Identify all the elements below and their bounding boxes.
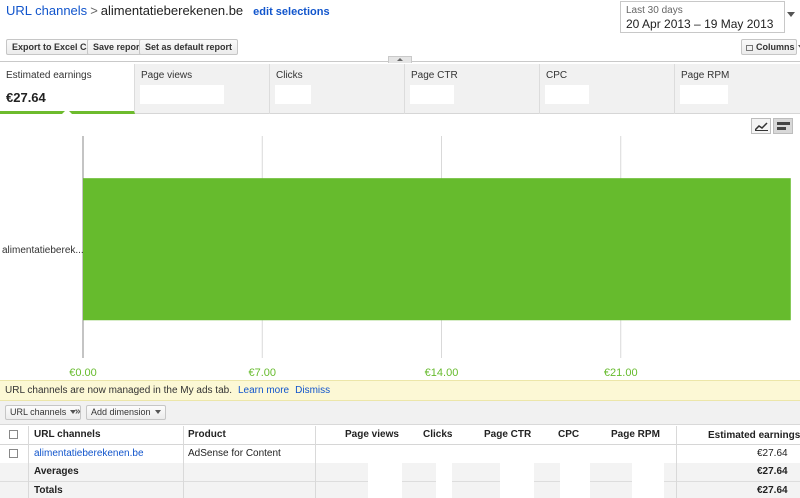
x-tick-label: €7.00 — [248, 367, 276, 379]
bar — [83, 178, 791, 321]
metric-name: Page RPM — [681, 70, 730, 81]
date-range-picker[interactable]: Last 30 days 20 Apr 2013 – 19 May 2013 — [620, 1, 785, 33]
x-tick-label: €14.00 — [425, 367, 459, 379]
redacted-value — [545, 85, 589, 104]
metric-tab-cpc[interactable]: CPC — [540, 64, 675, 114]
redacted-cell — [500, 454, 534, 498]
redacted-cell — [368, 454, 402, 498]
learn-more-link[interactable]: Learn more — [238, 385, 289, 396]
column-divider — [183, 426, 184, 498]
redacted-value — [680, 85, 728, 104]
metric-name: Clicks — [276, 70, 303, 81]
breadcrumb-url-channels-link[interactable]: URL channels — [6, 3, 87, 18]
totals-label: Totals — [34, 485, 63, 496]
date-range-value: 20 Apr 2013 – 19 May 2013 — [626, 17, 774, 31]
chart-svg: €0.00 €7.00 €14.00 €21.00 alimentatieberek..… — [2, 136, 791, 379]
edit-selections-link[interactable]: edit selections — [253, 6, 329, 18]
chevron-down-icon — [154, 410, 161, 414]
row-product: AdSense for Content — [188, 448, 281, 459]
add-dimension-label: Add dimension — [91, 407, 151, 417]
collapse-toggle[interactable] — [388, 56, 412, 63]
notice-banner: URL channels are now managed in the My a… — [0, 380, 800, 401]
header-url-channels[interactable]: URL channels — [34, 426, 101, 444]
select-all-checkbox[interactable] — [9, 430, 18, 439]
redacted-cell — [436, 454, 452, 498]
redacted-value — [275, 85, 311, 104]
x-tick-label: €0.00 — [69, 367, 97, 379]
dimension-select[interactable]: URL channels — [5, 405, 82, 420]
category-label: alimentatieberek... — [2, 245, 84, 256]
metric-name: Estimated earnings — [6, 70, 92, 81]
metric-tab-page-views[interactable]: Page views — [135, 64, 270, 114]
table-header-row: URL channels Product Page views Clicks P… — [0, 426, 800, 445]
columns-button[interactable]: Columns — [741, 39, 800, 55]
column-divider — [315, 426, 316, 498]
x-tick-label: €21.00 — [604, 367, 638, 379]
column-divider — [676, 426, 677, 498]
date-range-label: Last 30 days — [626, 5, 683, 16]
breadcrumb-current-site: alimentatieberekenen.be — [100, 3, 244, 18]
header-product[interactable]: Product — [188, 426, 226, 444]
metric-tab-page-ctr[interactable]: Page CTR — [405, 64, 540, 114]
metric-name: Page views — [141, 70, 193, 81]
notice-text: URL channels are now managed in the My a… — [5, 385, 232, 396]
totals-earnings: €27.64 — [757, 485, 788, 496]
metric-tabs: Estimated earnings €27.64 Page views Cli… — [0, 64, 800, 114]
header-page-rpm[interactable]: Page RPM — [611, 426, 660, 444]
header-clicks[interactable]: Clicks — [423, 426, 452, 444]
header-page-ctr[interactable]: Page CTR — [484, 426, 531, 444]
row-url-channel-link[interactable]: alimentatieberekenen.be — [34, 445, 144, 463]
dimension-select-label: URL channels — [10, 407, 67, 417]
redacted-cell — [560, 454, 590, 498]
report-header: URL channels > alimentatieberekenen.be edit… — [0, 0, 800, 36]
metric-name: CPC — [546, 70, 568, 81]
date-range-dropdown-icon[interactable] — [787, 12, 795, 17]
redacted-value — [140, 85, 224, 104]
metric-tab-page-rpm[interactable]: Page RPM — [675, 64, 800, 114]
header-estimated-earnings-label: Estimated earnings — [708, 430, 800, 441]
breadcrumb: URL channels > alimentatieberekenen.be edit… — [6, 3, 330, 18]
columns-label: Columns — [756, 42, 795, 52]
columns-icon — [746, 45, 753, 51]
metric-value: €27.64 — [6, 90, 46, 105]
averages-earnings: €27.64 — [757, 466, 788, 477]
set-default-report-button[interactable]: Set as default report — [139, 39, 239, 55]
add-dimension-button[interactable]: Add dimension — [86, 405, 166, 420]
row-checkbox[interactable] — [9, 449, 18, 458]
redacted-cell — [632, 454, 664, 498]
header-cpc[interactable]: CPC — [558, 426, 579, 444]
dimension-toolbar: URL channels » Add dimension — [0, 401, 800, 425]
row-earnings: €27.64 — [757, 448, 788, 459]
earnings-bar-chart: €0.00 €7.00 €14.00 €21.00 alimentatieberek..… — [0, 132, 800, 380]
header-page-views[interactable]: Page views — [345, 426, 399, 444]
double-chevron-icon: » — [75, 406, 81, 417]
column-divider — [28, 426, 29, 498]
redacted-value — [410, 85, 454, 104]
dismiss-link[interactable]: Dismiss — [295, 385, 330, 396]
header-estimated-earnings[interactable]: Estimated earnings ↓ — [708, 426, 800, 444]
averages-label: Averages — [34, 466, 79, 477]
breadcrumb-separator: > — [90, 3, 98, 18]
metric-tab-estimated-earnings[interactable]: Estimated earnings €27.64 — [0, 64, 135, 114]
metric-name: Page CTR — [411, 70, 458, 81]
metric-tab-clicks[interactable]: Clicks — [270, 64, 405, 114]
